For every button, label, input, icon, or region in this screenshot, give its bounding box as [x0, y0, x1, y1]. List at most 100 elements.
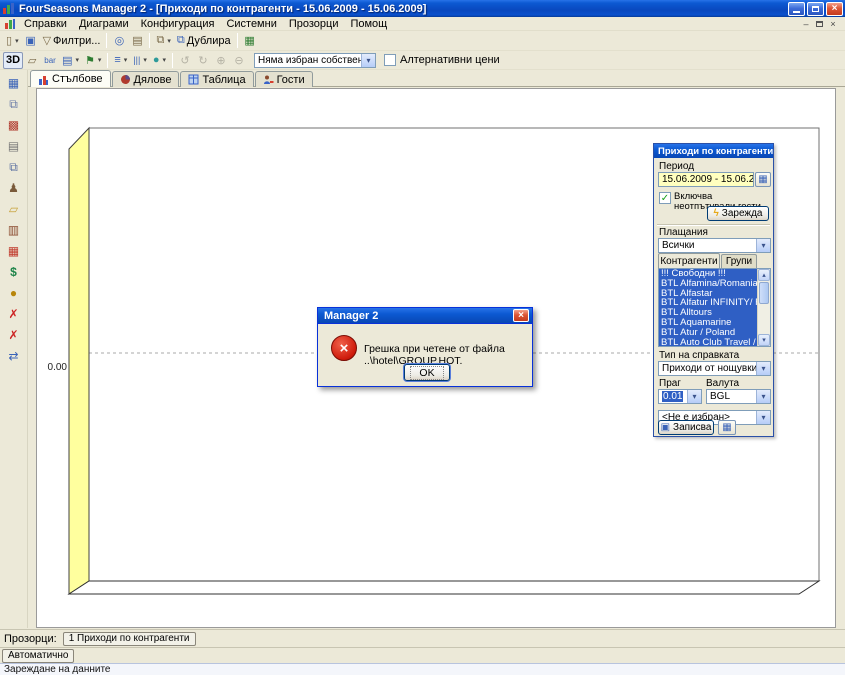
restore-button[interactable]: [807, 2, 824, 16]
transfers-button[interactable]: ⇄: [3, 347, 25, 365]
reservations-button[interactable]: ⧉: [3, 95, 25, 113]
occupancy-chart-button[interactable]: ▩: [3, 116, 25, 134]
minimize-button[interactable]: [788, 2, 805, 16]
list-item[interactable]: BTL Alfamina/Romania: [659, 279, 757, 289]
dropdown-arrow-icon: ▾: [15, 37, 19, 45]
tab-pie[interactable]: Дялове: [112, 71, 180, 87]
include-guests-checkbox[interactable]: ✓: [659, 192, 671, 204]
list-item[interactable]: BTL Alfastar: [659, 289, 757, 299]
menu-item-help[interactable]: Помощ: [344, 18, 393, 30]
panel-tab-contractors[interactable]: Контрагенти: [658, 253, 720, 268]
report-type-select[interactable]: Приходи от нощувки ▾: [658, 361, 771, 376]
close-button[interactable]: ×: [826, 2, 843, 16]
menu-item-configuration[interactable]: Конфигурация: [135, 18, 221, 30]
panel-title-bar[interactable]: Приходи по контрагенти ×: [654, 144, 773, 158]
alternative-prices-checkbox[interactable]: [384, 54, 396, 66]
schedule-button[interactable]: ▦: [718, 420, 736, 435]
list-item[interactable]: !!! Свободни !!!: [659, 269, 757, 279]
load-button[interactable]: ϟ Зарежда: [707, 206, 769, 221]
menu-item-reports[interactable]: Справки: [18, 18, 73, 30]
folders-button[interactable]: ▱: [3, 200, 25, 218]
automatic-button[interactable]: Автоматично: [2, 649, 74, 663]
title-bar: FourSeasons Manager 2 - [Приходи по конт…: [0, 0, 845, 17]
series-style-button[interactable]: ● ▾: [150, 52, 169, 69]
child-minimize-button[interactable]: –: [800, 19, 812, 29]
minimize-icon: [793, 11, 800, 13]
dialog-close-button[interactable]: ×: [513, 309, 529, 322]
copy-button[interactable]: ⧉ ▾: [153, 32, 173, 49]
currency-button[interactable]: $: [3, 263, 25, 281]
report-parameters-panel: Приходи по контрагенти × Период 15.06.20…: [653, 143, 774, 437]
scrollbar-thumb[interactable]: [759, 282, 769, 304]
close-icon: ×: [518, 310, 524, 321]
zoom-in-button[interactable]: ⊕: [212, 52, 230, 69]
tab-table[interactable]: Таблица: [180, 71, 253, 87]
calendar-button[interactable]: ▦: [755, 172, 771, 187]
tab-guests[interactable]: Гости: [255, 71, 313, 87]
payments-button[interactable]: ●: [3, 284, 25, 302]
rooms-plan-button[interactable]: ▦: [3, 74, 25, 92]
list-scrollbar[interactable]: ▴ ▾: [757, 269, 770, 346]
list-item[interactable]: BTL Alltours: [659, 308, 757, 318]
scroll-up-button[interactable]: ▴: [758, 269, 770, 281]
documents-button[interactable]: ⧉: [3, 158, 25, 176]
dialog-title-bar[interactable]: Manager 2 ×: [318, 308, 532, 324]
chart-shape-button[interactable]: ▱: [23, 52, 41, 69]
toolbar-separator: [237, 33, 238, 48]
currency-select[interactable]: BGL ▾: [706, 389, 771, 404]
restore-icon: [812, 6, 819, 12]
excel-export-button[interactable]: ▦: [241, 32, 259, 49]
list-item[interactable]: BTL Aquamarine: [659, 318, 757, 328]
print-preview-button[interactable]: ◎: [110, 32, 128, 49]
ok-button[interactable]: OK: [404, 364, 450, 381]
save-report-button[interactable]: ▣ Записва: [658, 420, 714, 435]
cancellation-button[interactable]: ✗: [3, 305, 25, 323]
child-close-button[interactable]: ×: [827, 19, 839, 29]
rotate-cw-button[interactable]: ↻: [194, 52, 212, 69]
cylinder-icon: ●: [153, 54, 160, 66]
owner-select[interactable]: Няма избран собственици ▾: [254, 53, 376, 68]
scroll-up-icon: ▴: [762, 271, 766, 279]
print-button[interactable]: ▤: [128, 32, 146, 49]
dropdown-arrow-icon: ▾: [124, 56, 128, 64]
guests-button[interactable]: ♟: [3, 179, 25, 197]
void-button[interactable]: ✗: [3, 326, 25, 344]
window-tab-button[interactable]: 1 Приходи по контрагенти: [63, 632, 196, 646]
left-toolbar: ▦ ⧉ ▩ ▤ ⧉ ♟ ▱ ▥ ▦ $ ● ✗ ✗ ⇄: [0, 70, 28, 628]
calculator-button[interactable]: ▤: [3, 137, 25, 155]
legend-button[interactable]: ▤ ▾: [59, 52, 82, 69]
list-item[interactable]: BTL Auto Club Travel / Hunga: [659, 338, 757, 346]
bar-chart-icon: [38, 74, 49, 85]
period-input[interactable]: 15.06.2009 - 15.06.2009: [658, 172, 754, 187]
menu-item-windows[interactable]: Прозорци: [283, 18, 345, 30]
toolbar-separator: [107, 53, 108, 68]
threshold-select[interactable]: 0.01 ▾: [658, 389, 702, 404]
duplicate-button[interactable]: ⧉ Дублира: [174, 32, 234, 49]
zoom-out-button[interactable]: ⊖: [230, 52, 248, 69]
3d-toggle-button[interactable]: 3D: [3, 52, 23, 69]
printer-icon: ▤: [132, 34, 142, 47]
menu-item-charts[interactable]: Диаграми: [73, 18, 135, 30]
new-report-button[interactable]: ▯ ▾: [3, 32, 22, 49]
panel-tab-groups[interactable]: Групи: [721, 254, 757, 268]
menu-item-system[interactable]: Системни: [220, 18, 282, 30]
horizontal-grid-button[interactable]: ≡ ▾: [111, 52, 130, 69]
vertical-grid-button[interactable]: ||| ▾: [130, 52, 150, 69]
list-item[interactable]: BTL Alfatur INFINITY/ Romani: [659, 298, 757, 308]
list-item[interactable]: BTL Atur / Poland: [659, 328, 757, 338]
tariffs-button[interactable]: ▦: [3, 242, 25, 260]
combo-arrow-icon: ▾: [756, 362, 770, 375]
bar-style-button[interactable]: bar: [41, 52, 59, 69]
child-restore-button[interactable]: [816, 21, 823, 27]
filters-button[interactable]: ▽ Филтри...: [40, 32, 104, 49]
tab-bars[interactable]: Стълбове: [30, 70, 111, 87]
auto-bar: Автоматично: [0, 647, 845, 663]
currency-icon: $: [10, 265, 17, 279]
payments-select[interactable]: Всички ▾: [658, 238, 771, 253]
save-button[interactable]: ▣: [22, 32, 40, 49]
inventory-button[interactable]: ▥: [3, 221, 25, 239]
labels-button[interactable]: ⚑ ▾: [82, 52, 104, 69]
scroll-down-button[interactable]: ▾: [758, 334, 770, 346]
rotate-ccw-button[interactable]: ↺: [176, 52, 194, 69]
folder-icon: ▱: [9, 202, 18, 216]
